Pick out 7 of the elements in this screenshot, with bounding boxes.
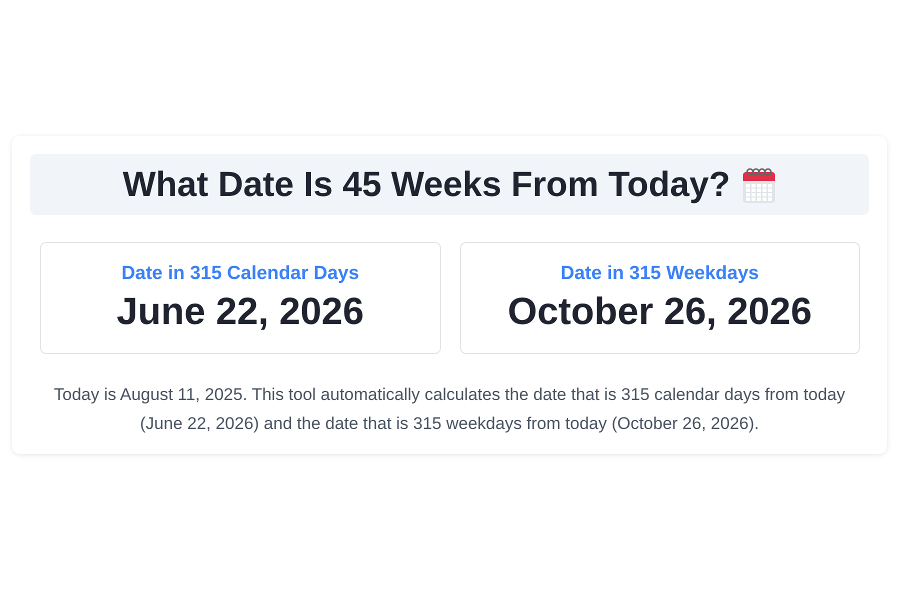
result-date: June 22, 2026 <box>116 290 364 334</box>
calendar-icon <box>742 166 776 204</box>
result-label: Date in 315 Calendar Days <box>121 262 360 284</box>
page-title: What Date Is 45 Weeks From Today? <box>122 164 730 204</box>
result-date: October 26, 2026 <box>508 290 812 334</box>
result-label: Date in 315 Weekdays <box>560 262 759 284</box>
description-text: Today is August 11, 2025. This tool automatically calculates the date that is 315 calendar days from today (June 22, 2026) and the date that is 315 weekdays from today (October 26, 2026). <box>52 384 846 435</box>
